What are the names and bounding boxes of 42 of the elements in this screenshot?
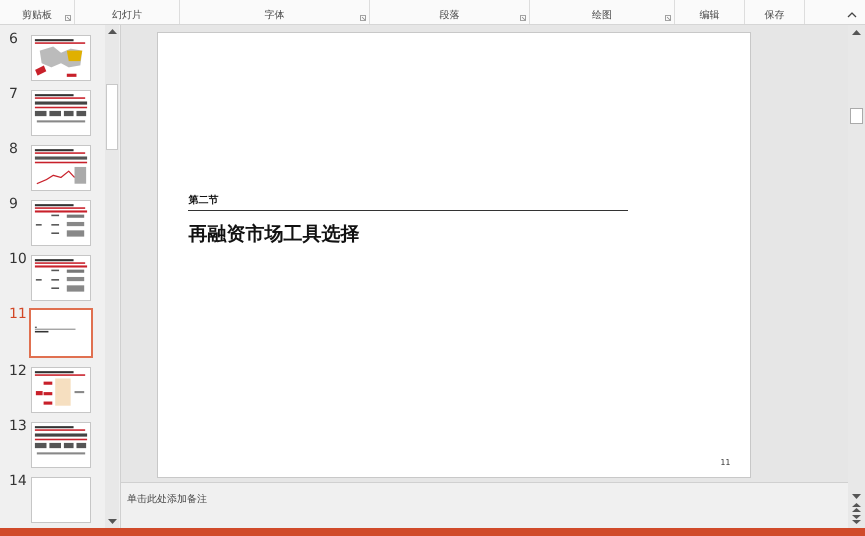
group-label: 幻灯片 [112, 8, 142, 22]
slide-thumbnail[interactable] [31, 200, 91, 246]
slide-number: 9 [9, 196, 19, 212]
slide-thumbnail[interactable] [31, 367, 91, 413]
chevron-up-icon[interactable] [847, 12, 857, 18]
slide-thumbnail[interactable] [31, 35, 91, 81]
arrow-up-icon[interactable] [108, 28, 116, 34]
dialog-launcher-icon[interactable] [65, 15, 71, 21]
group-label: 字体 [264, 8, 284, 22]
dialog-launcher-icon[interactable] [665, 15, 671, 21]
slide-thumbnail[interactable] [31, 145, 91, 191]
previous-slide-icon[interactable] [852, 503, 861, 512]
slide-number: 13 [9, 418, 25, 434]
slide-thumbnail[interactable] [31, 90, 91, 136]
slide-number: 14 [9, 473, 25, 489]
slide-title: 再融资市场工具选择 [188, 222, 360, 247]
slide-thumbnail[interactable] [31, 477, 91, 523]
slide-thumbnail[interactable] [29, 308, 93, 358]
slide-number: 7 [9, 86, 19, 102]
dialog-launcher-icon[interactable] [360, 15, 366, 21]
slide-thumbnail[interactable] [31, 422, 91, 468]
scrollbar[interactable] [105, 25, 119, 528]
group-label: 段落 [440, 8, 460, 22]
slide-number: 8 [9, 141, 19, 157]
slide-number: 12 [9, 363, 25, 379]
scroll-thumb[interactable] [850, 108, 863, 124]
section-label: 第二节 [188, 194, 220, 207]
group-label: 剪贴板 [22, 8, 52, 22]
arrow-down-icon[interactable] [108, 519, 116, 525]
group-label: 编辑 [700, 8, 720, 22]
scroll-thumb[interactable] [106, 84, 118, 150]
slide-number: 6 [9, 31, 19, 47]
group-label: 保存 [764, 9, 784, 22]
arrow-up-icon[interactable] [852, 29, 861, 35]
slide-number: 10 [9, 251, 25, 267]
arrow-down-icon[interactable] [852, 494, 861, 500]
slide-thumbnail[interactable] [31, 255, 91, 301]
next-slide-icon[interactable] [852, 515, 861, 524]
slide-number: 11 [9, 306, 25, 322]
dialog-launcher-icon[interactable] [520, 15, 526, 21]
group-label: 绘图 [592, 9, 612, 22]
page-number: 11 [720, 458, 730, 467]
